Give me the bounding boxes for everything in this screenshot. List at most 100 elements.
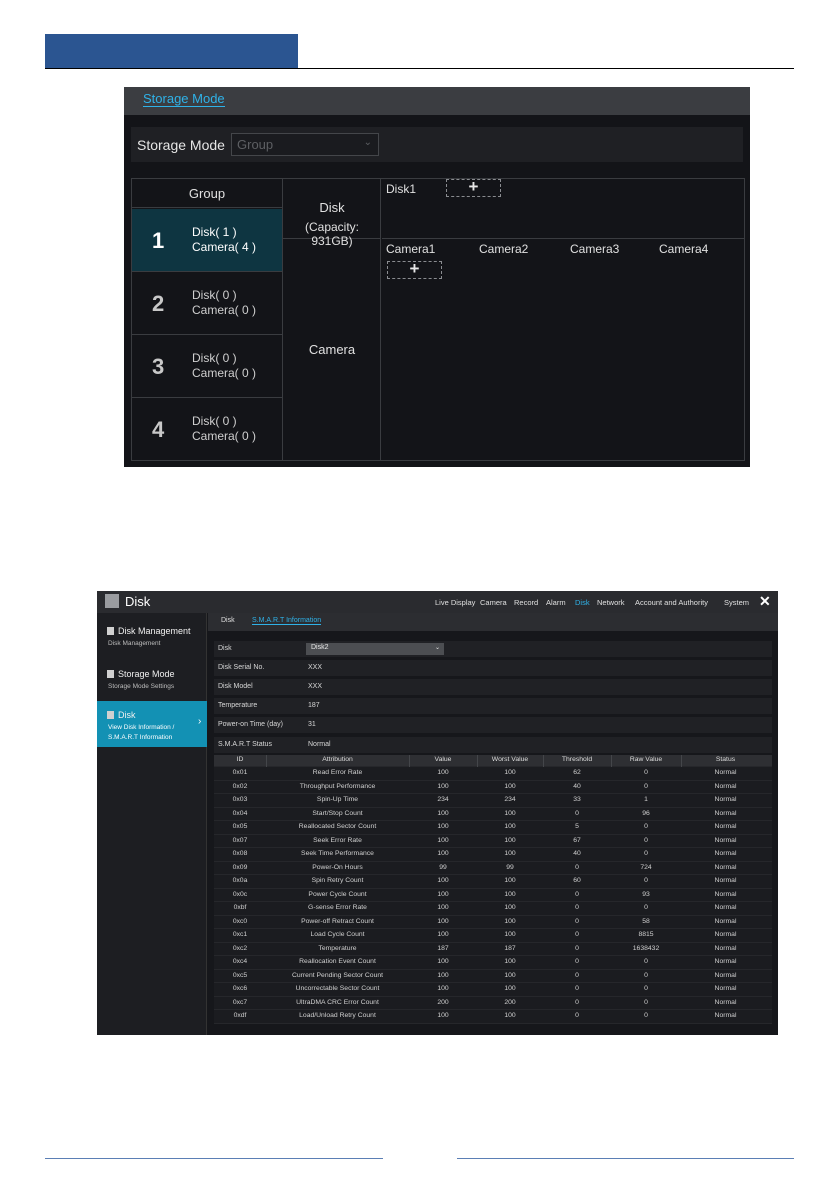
storage-mode-row: Storage Mode Group ⌄ <box>131 127 743 162</box>
sidebar-subtitle-line-1: View Disk Information / <box>108 724 175 731</box>
disk-area: Disk1 + <box>382 177 744 239</box>
table-row[interactable]: 0xc2 Temperature 187 187 0 1638432 Normal <box>214 942 772 956</box>
model-value: XXX <box>308 683 323 690</box>
table-row[interactable]: 0x01 Read Error Rate 100 100 62 0 Normal <box>214 767 772 781</box>
sidebar-item-subtitle: Storage Mode Settings <box>108 683 175 690</box>
add-camera-button[interactable]: + <box>387 259 442 279</box>
storage-mode-value: Group <box>237 137 274 152</box>
cell-raw-value: 0 <box>644 823 648 830</box>
tab-bar: Disk S.M.A.R.T Information <box>208 613 778 631</box>
group-item-3[interactable]: 3 Disk( 0 ) Camera( 0 ) <box>132 335 282 398</box>
table-row[interactable]: 0xc4 Reallocation Event Count 100 100 0 0 Norm… <box>214 956 772 970</box>
nav-account-authority[interactable]: Account and Authority <box>635 598 708 607</box>
table-row[interactable]: 0xdf Load/Unload Retry Count 100 100 0 0 Norma… <box>214 1010 772 1024</box>
cell-value: 200 <box>437 998 449 1006</box>
cell-status: Normal <box>714 796 737 803</box>
header-color-bar <box>45 34 298 69</box>
disk-smart-screenshot: Disk Live Display Camera Record Alarm Di… <box>97 591 778 1035</box>
cell-attribution: Seek Time Performance <box>301 850 374 857</box>
disk-name: Disk1 <box>386 182 417 196</box>
cell-attribution: Read Error Rate <box>312 769 363 776</box>
storage-mode-label: Storage Mode <box>137 137 225 153</box>
sidebar-item-disk-management[interactable]: Disk Management Disk Management <box>97 617 207 659</box>
cell-status: Normal <box>714 985 737 992</box>
table-row[interactable]: 0x0a Spin Retry Count 100 100 60 0 Normal <box>214 875 772 889</box>
cell-threshold: 67 <box>573 836 581 844</box>
group-grid: Group 1 Disk( 1 ) Camera( 4 ) 2 Disk( 0 … <box>131 177 745 461</box>
cell-worst-value: 99 <box>506 863 514 871</box>
disk-select[interactable]: Disk2 ⌄ <box>306 643 444 655</box>
disk-label: Disk <box>319 200 345 215</box>
group-number: 2 <box>152 291 165 316</box>
nav-alarm[interactable]: Alarm <box>546 598 566 607</box>
cell-threshold: 62 <box>573 769 581 776</box>
table-row[interactable]: 0x02 Throughput Performance 100 100 40 0 Norma… <box>214 780 772 794</box>
cell-value: 100 <box>437 971 449 979</box>
tab-disk[interactable]: Disk <box>221 617 235 624</box>
group-item-1[interactable]: 1 Disk( 1 ) Camera( 4 ) <box>132 209 282 272</box>
cell-id: 0x0a <box>232 877 248 884</box>
column-divider <box>681 755 682 767</box>
cell-threshold: 40 <box>573 782 581 790</box>
group-item-2[interactable]: 2 Disk( 0 ) Camera( 0 ) <box>132 272 282 335</box>
cell-status: Normal <box>714 904 737 911</box>
close-icon[interactable]: ✕ <box>759 593 771 610</box>
nav-network[interactable]: Network <box>597 598 625 607</box>
top-bar: Disk Live Display Camera Record Alarm Di… <box>97 591 778 613</box>
cell-value: 100 <box>437 823 449 830</box>
table-row[interactable]: 0xc7 UltraDMA CRC Error Count 200 200 0 0 Norm… <box>214 996 772 1010</box>
col-header-status: Status <box>715 756 736 763</box>
table-row[interactable]: 0x07 Seek Error Rate 100 100 67 0 Normal <box>214 834 772 848</box>
power-on-value: 31 <box>308 721 316 728</box>
table-row[interactable]: 0x04 Start/Stop Count 100 100 0 96 Normal <box>214 807 772 821</box>
cell-raw-value: 0 <box>644 904 648 911</box>
cell-worst-value: 234 <box>504 796 516 803</box>
add-disk-button[interactable]: + <box>446 177 501 197</box>
cell-raw-value: 96 <box>642 809 650 817</box>
table-row[interactable]: 0xc1 Load Cycle Count 100 100 0 8815 Normal <box>214 929 772 943</box>
cell-worst-value: 100 <box>504 931 516 938</box>
table-row[interactable]: 0x0c Power Cycle Count 100 100 0 93 Normal <box>214 888 772 902</box>
nav-live-display[interactable]: Live Display <box>435 598 475 607</box>
group-disk-count: Disk( 0 ) <box>192 351 237 365</box>
table-row[interactable]: 0xc0 Power-off Retract Count 100 100 0 58 Norm… <box>214 915 772 929</box>
cell-status: Normal <box>714 890 737 898</box>
cell-status: Normal <box>714 917 737 925</box>
nav-system[interactable]: System <box>724 598 749 607</box>
nav-disk[interactable]: Disk <box>575 598 590 607</box>
cell-attribution: Current Pending Sector Count <box>291 971 384 979</box>
sidebar-item-subtitle: Disk Management <box>108 640 161 647</box>
header-rule <box>45 68 794 69</box>
group-header: Group <box>132 179 282 208</box>
cell-id: 0x01 <box>232 769 248 776</box>
model-row: Disk Model XXX <box>214 679 772 695</box>
table-row[interactable]: 0xc5 Current Pending Sector Count 100 100 0 0… <box>214 969 772 983</box>
table-row[interactable]: 0x03 Spin-Up Time 234 234 33 1 Normal <box>214 794 772 808</box>
group-item-4[interactable]: 4 Disk( 0 ) Camera( 0 ) <box>132 398 282 461</box>
table-row[interactable]: 0xc6 Uncorrectable Sector Count 100 100 0 0 No… <box>214 983 772 997</box>
table-row[interactable]: 0x05 Reallocated Sector Count 100 100 5 0 Norm… <box>214 821 772 835</box>
table-row[interactable]: 0x09 Power-On Hours 99 99 0 724 Normal <box>214 861 772 875</box>
cell-worst-value: 100 <box>504 809 516 817</box>
nav-camera[interactable]: Camera <box>480 598 507 607</box>
sidebar-item-disk[interactable]: Disk View Disk Information / S.M.A.R.T In… <box>97 701 207 747</box>
sidebar-item-storage-mode[interactable]: Storage Mode Storage Mode Settings <box>97 660 207 702</box>
storage-mode-select[interactable]: Group ⌄ <box>231 133 379 156</box>
cell-value: 234 <box>437 796 449 803</box>
table-row[interactable]: 0x08 Seek Time Performance 100 100 40 0 Normal <box>214 848 772 862</box>
chevron-right-icon: › <box>198 716 202 727</box>
cell-value: 100 <box>437 836 449 844</box>
table-row[interactable]: 0xbf G-sense Error Rate 100 100 0 0 Normal <box>214 902 772 916</box>
cell-status: Normal <box>714 1012 737 1019</box>
cell-worst-value: 187 <box>504 944 516 952</box>
cell-raw-value: 0 <box>644 782 648 790</box>
cell-raw-value: 0 <box>644 877 648 884</box>
cell-threshold: 0 <box>575 890 579 898</box>
nav-record[interactable]: Record <box>514 598 538 607</box>
storage-mode-tab[interactable]: Storage Mode <box>143 91 225 107</box>
smart-status-label: S.M.A.R.T Status <box>218 741 272 748</box>
tab-smart-information[interactable]: S.M.A.R.T Information <box>252 617 322 625</box>
cell-status: Normal <box>714 998 737 1006</box>
cell-id: 0x03 <box>232 796 248 803</box>
cell-raw-value: 0 <box>644 850 648 857</box>
